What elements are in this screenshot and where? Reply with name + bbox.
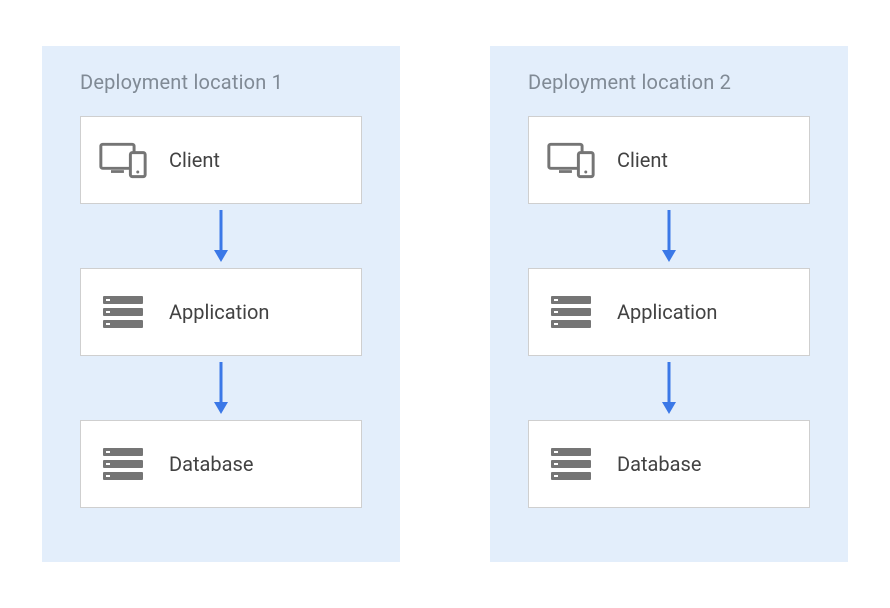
- node-application: Application: [80, 268, 362, 356]
- arrow-down-icon: [659, 356, 679, 420]
- arrow-down-icon: [211, 356, 231, 420]
- server-icon: [99, 440, 147, 488]
- devices-icon: [547, 136, 595, 184]
- node-database: Database: [528, 420, 810, 508]
- server-icon: [99, 288, 147, 336]
- node-label: Application: [169, 300, 269, 324]
- panel-title: Deployment location 1: [80, 70, 283, 94]
- server-icon: [547, 288, 595, 336]
- server-icon: [547, 440, 595, 488]
- node-label: Application: [617, 300, 717, 324]
- panel-title: Deployment location 2: [528, 70, 731, 94]
- arrow-down-icon: [659, 204, 679, 268]
- node-label: Client: [617, 148, 668, 172]
- node-client: Client: [80, 116, 362, 204]
- node-label: Database: [169, 452, 253, 476]
- deployment-panel-1: Deployment location 1 Client: [42, 46, 400, 562]
- node-database: Database: [80, 420, 362, 508]
- diagram-canvas: Deployment location 1 Client: [0, 0, 890, 608]
- node-application: Application: [528, 268, 810, 356]
- deployment-panel-2: Deployment location 2 Client: [490, 46, 848, 562]
- node-label: Database: [617, 452, 701, 476]
- arrow-down-icon: [211, 204, 231, 268]
- devices-icon: [99, 136, 147, 184]
- node-client: Client: [528, 116, 810, 204]
- node-label: Client: [169, 148, 220, 172]
